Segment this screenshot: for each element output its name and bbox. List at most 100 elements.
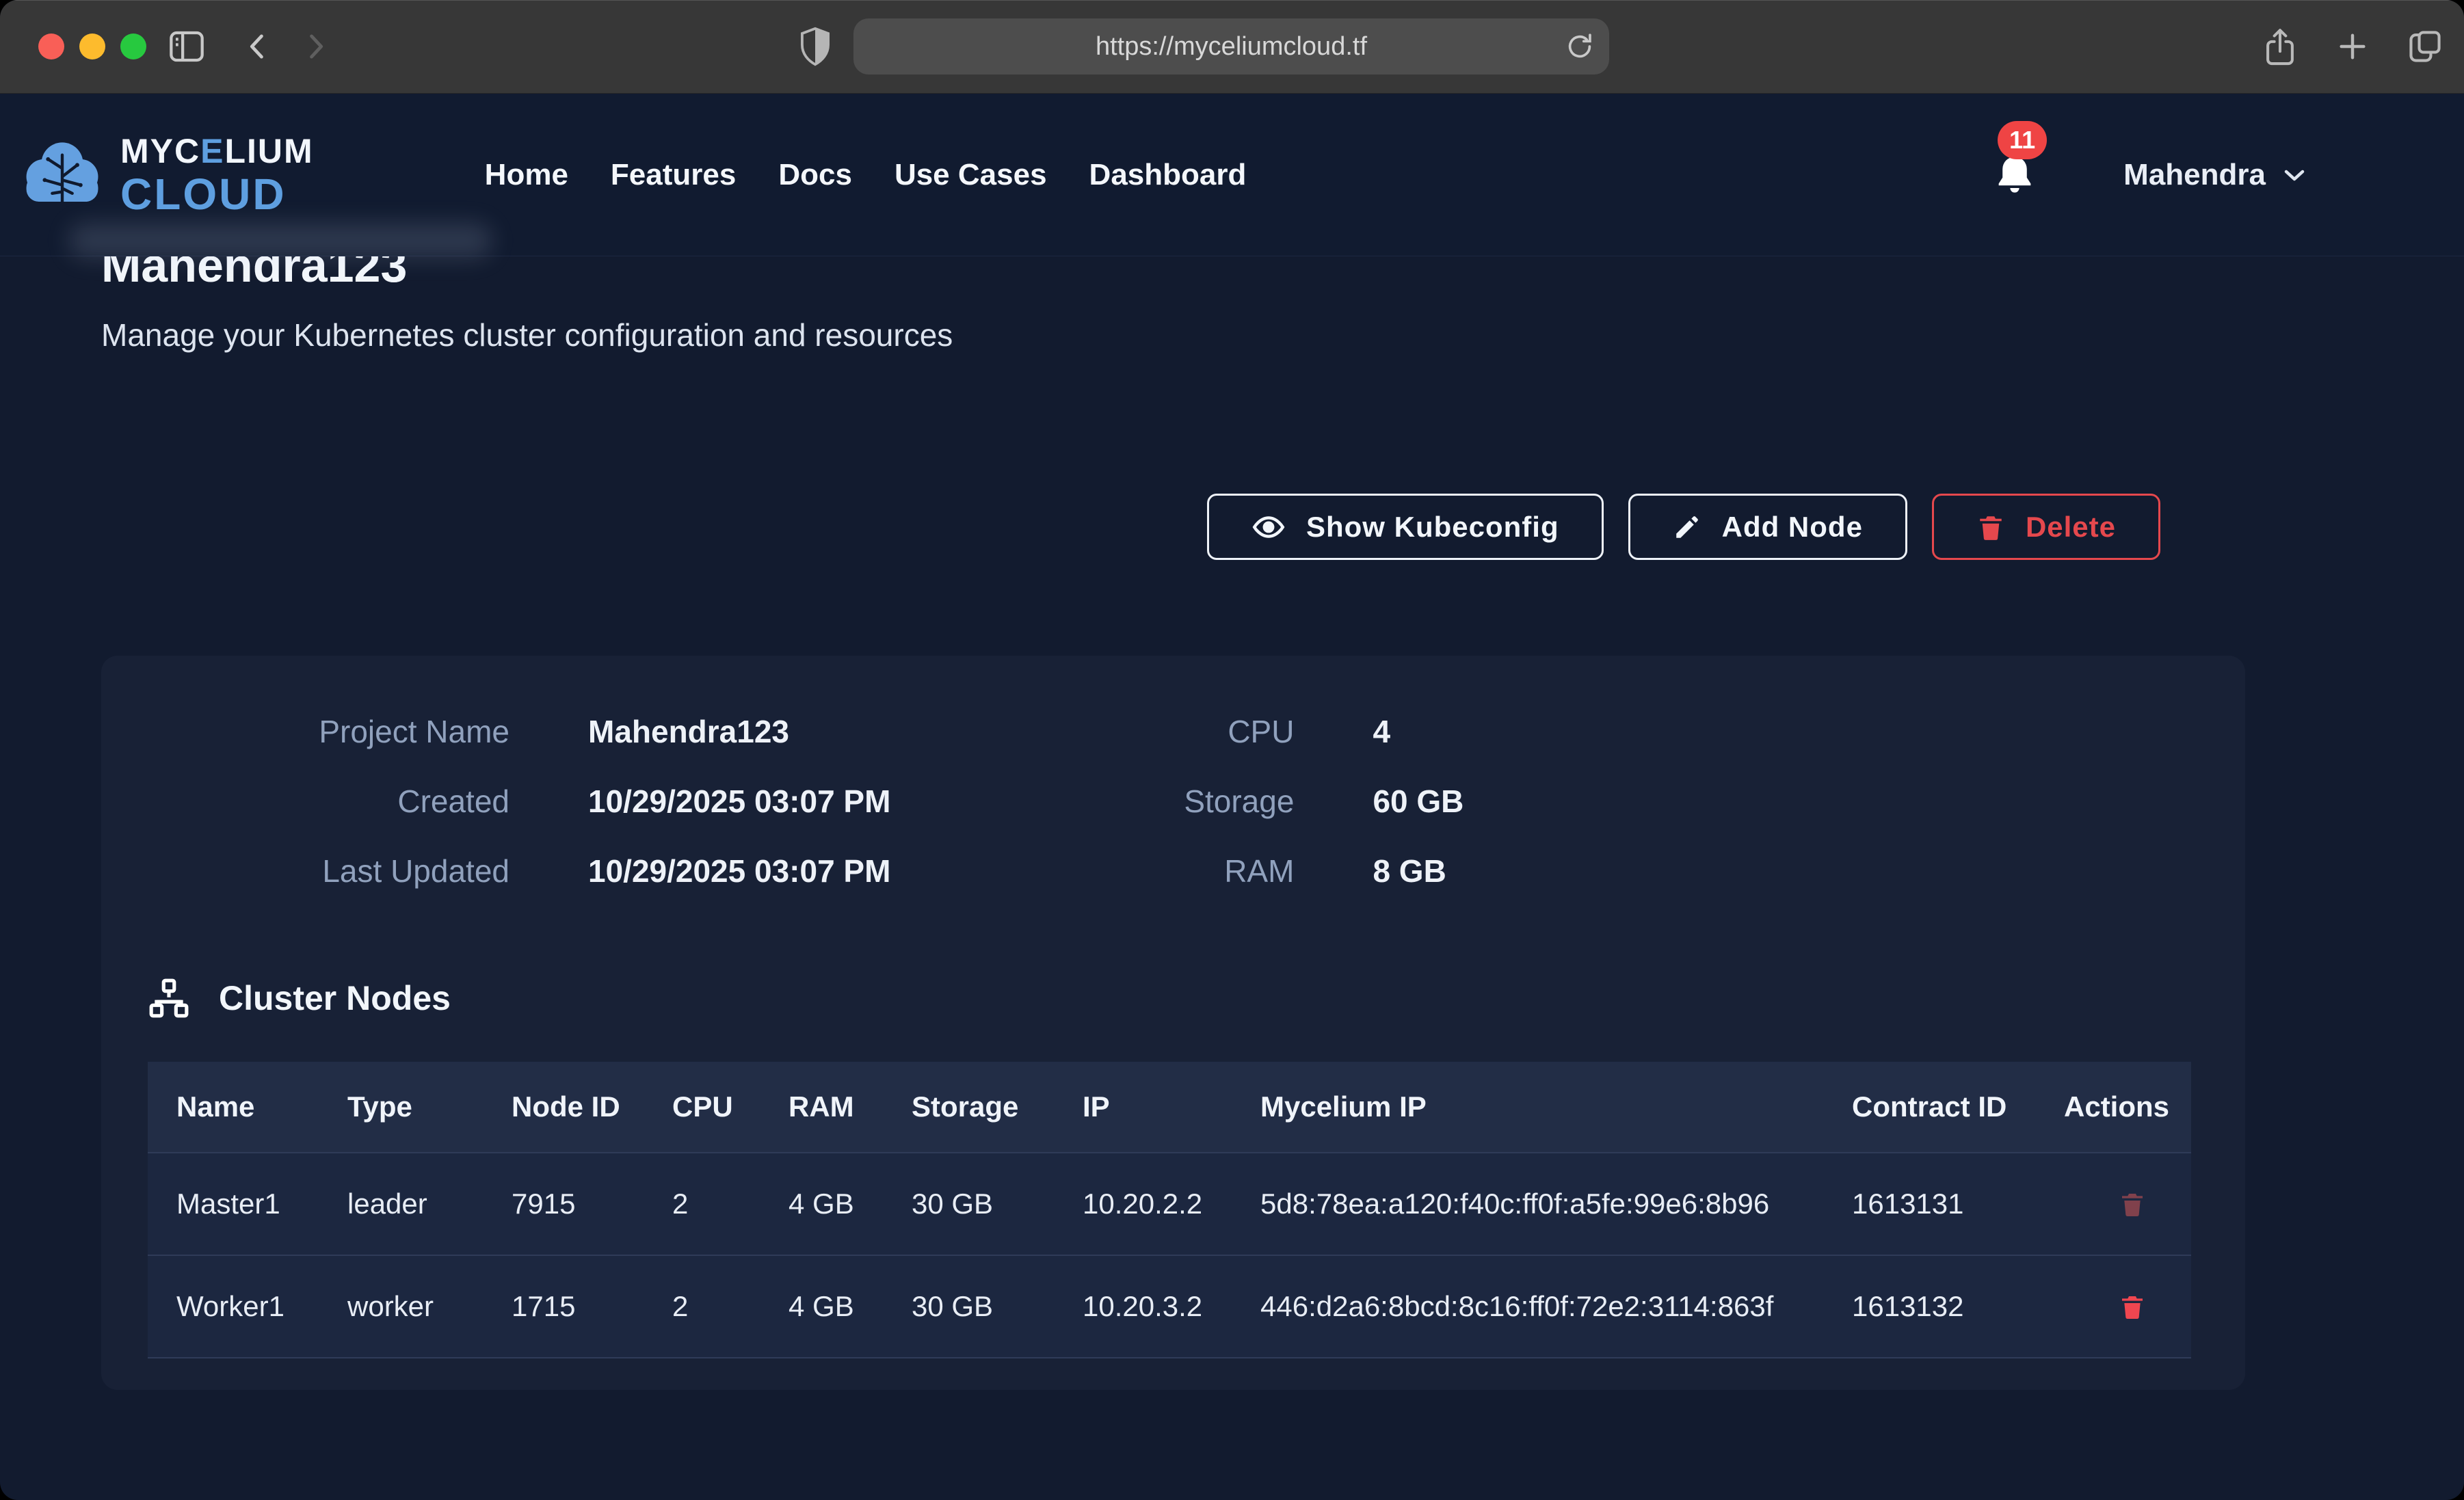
cell-mycelium-ip: 5d8:78ea:a120:f40c:ff0f:a5fe:99e6:8b96 — [1232, 1153, 1823, 1255]
new-tab-icon[interactable] — [2331, 24, 2374, 69]
col-storage: Storage — [883, 1062, 1054, 1153]
nav-item-home[interactable]: Home — [485, 158, 568, 192]
cluster-page: Mahendra123 Manage your Kubernetes clust… — [0, 239, 2464, 1390]
cell-mycelium-ip: 446:d2a6:8bcd:8c16:ff0f:72e2:3114:863f — [1232, 1255, 1823, 1358]
zoom-window-button[interactable] — [120, 34, 146, 59]
trash-icon — [2119, 1190, 2146, 1218]
cell-type: leader — [319, 1153, 483, 1255]
cpu-value: 4 — [1373, 708, 1463, 755]
user-name: Mahendra — [2123, 158, 2266, 192]
cell-ram: 4 GB — [760, 1153, 883, 1255]
cell-name: Master1 — [148, 1153, 319, 1255]
table-row: Master1 leader 7915 2 4 GB 30 GB 10.20.2… — [148, 1153, 2191, 1255]
cell-node-id: 1715 — [483, 1255, 644, 1358]
cell-storage: 30 GB — [883, 1153, 1054, 1255]
project-name-label: Project Name — [148, 708, 509, 755]
trash-icon — [1976, 513, 2005, 541]
pencil-icon — [1673, 513, 1701, 541]
table-header-row: Name Type Node ID CPU RAM Storage IP Myc… — [148, 1062, 2191, 1153]
trash-icon — [2119, 1293, 2146, 1320]
cluster-actions-row: Show Kubeconfig Add Node Delete — [101, 494, 2160, 560]
network-hierarchy-icon — [148, 977, 190, 1019]
nav-item-docs[interactable]: Docs — [778, 158, 852, 192]
cell-contract-id: 1613132 — [1823, 1255, 2035, 1358]
cluster-nodes-table: Name Type Node ID CPU RAM Storage IP Myc… — [148, 1062, 2191, 1358]
cell-name: Worker1 — [148, 1255, 319, 1358]
cluster-info-left: Project Name Mahendra123 Created 10/29/2… — [148, 708, 890, 895]
notifications-button[interactable]: 11 — [1993, 152, 2036, 198]
sidebar-toggle-icon[interactable] — [164, 24, 209, 69]
col-name: Name — [148, 1062, 319, 1153]
brand-letter-e: E — [200, 132, 224, 170]
project-name-value: Mahendra123 — [588, 708, 890, 755]
page-subtitle: Manage your Kubernetes cluster configura… — [101, 317, 2363, 353]
cell-ip: 10.20.2.2 — [1054, 1153, 1232, 1255]
brand-line1-pre: MYC — [120, 132, 200, 170]
storage-label: Storage — [1061, 777, 1294, 825]
user-menu[interactable]: Mahendra — [2123, 158, 2307, 192]
storage-value: 60 GB — [1373, 777, 1463, 825]
brand[interactable]: MYCELIUM CLOUD — [21, 133, 314, 217]
cell-node-id: 7915 — [483, 1153, 644, 1255]
col-node-id: Node ID — [483, 1062, 644, 1153]
add-node-label: Add Node — [1722, 511, 1863, 544]
cell-cpu: 2 — [644, 1153, 760, 1255]
titlebar-right-icons — [2258, 24, 2447, 69]
privacy-shield-icon[interactable] — [793, 24, 837, 69]
close-window-button[interactable] — [38, 34, 64, 59]
forward-icon[interactable] — [295, 27, 335, 66]
nav-item-features[interactable]: Features — [611, 158, 736, 192]
col-ip: IP — [1054, 1062, 1232, 1153]
browser-window: https://myceliumcloud.tf — [0, 0, 2464, 1500]
col-actions: Actions — [2035, 1062, 2191, 1153]
last-updated-label: Last Updated — [148, 847, 509, 895]
cluster-info-right: CPU 4 Storage 60 GB RAM 8 GB — [1061, 708, 1463, 895]
app-navbar: MYCELIUM CLOUD Home Features Docs Use Ca… — [0, 94, 2464, 256]
cell-ram: 4 GB — [760, 1255, 883, 1358]
eye-icon — [1251, 510, 1286, 544]
last-updated-value: 10/29/2025 03:07 PM — [588, 847, 890, 895]
col-cpu: CPU — [644, 1062, 760, 1153]
brand-line2: CLOUD — [120, 172, 314, 216]
cell-ip: 10.20.3.2 — [1054, 1255, 1232, 1358]
brand-name: MYCELIUM CLOUD — [120, 134, 314, 216]
delete-cluster-button[interactable]: Delete — [1932, 494, 2160, 560]
cpu-label: CPU — [1061, 708, 1294, 755]
col-ram: RAM — [760, 1062, 883, 1153]
ram-value: 8 GB — [1373, 847, 1463, 895]
cluster-info: Project Name Mahendra123 Created 10/29/2… — [148, 708, 2191, 895]
col-contract-id: Contract ID — [1823, 1062, 2035, 1153]
cluster-details-panel: Project Name Mahendra123 Created 10/29/2… — [101, 656, 2245, 1390]
share-icon[interactable] — [2258, 24, 2302, 69]
cluster-nodes-title: Cluster Nodes — [219, 978, 451, 1018]
chevron-down-icon — [2282, 167, 2307, 183]
table-row: Worker1 worker 1715 2 4 GB 30 GB 10.20.3… — [148, 1255, 2191, 1358]
show-kubeconfig-button[interactable]: Show Kubeconfig — [1207, 494, 1604, 560]
url-text: https://myceliumcloud.tf — [1096, 32, 1367, 62]
nav-item-use-cases[interactable]: Use Cases — [895, 158, 1047, 192]
created-value: 10/29/2025 03:07 PM — [588, 777, 890, 825]
tab-overview-icon[interactable] — [2403, 24, 2447, 69]
show-kubeconfig-label: Show Kubeconfig — [1306, 511, 1559, 544]
nav-right: 11 Mahendra — [1993, 152, 2307, 198]
nav-item-dashboard[interactable]: Dashboard — [1089, 158, 1247, 192]
delete-node-button[interactable] — [2064, 1293, 2146, 1320]
cell-storage: 30 GB — [883, 1255, 1054, 1358]
browser-titlebar: https://myceliumcloud.tf — [0, 0, 2464, 94]
minimize-window-button[interactable] — [79, 34, 105, 59]
delete-label: Delete — [2026, 511, 2116, 544]
cell-cpu: 2 — [644, 1255, 760, 1358]
col-type: Type — [319, 1062, 483, 1153]
ram-label: RAM — [1061, 847, 1294, 895]
reload-icon[interactable] — [1564, 31, 1595, 62]
brand-line1-post: LIUM — [224, 132, 313, 170]
nav-links: Home Features Docs Use Cases Dashboard — [485, 158, 1247, 192]
cluster-nodes-heading: Cluster Nodes — [148, 977, 2191, 1019]
col-mycelium-ip: Mycelium IP — [1232, 1062, 1823, 1153]
cell-type: worker — [319, 1255, 483, 1358]
delete-node-button[interactable] — [2064, 1190, 2146, 1218]
add-node-button[interactable]: Add Node — [1628, 494, 1907, 560]
address-bar[interactable]: https://myceliumcloud.tf — [853, 18, 1609, 75]
created-label: Created — [148, 777, 509, 825]
back-icon[interactable] — [238, 27, 278, 66]
